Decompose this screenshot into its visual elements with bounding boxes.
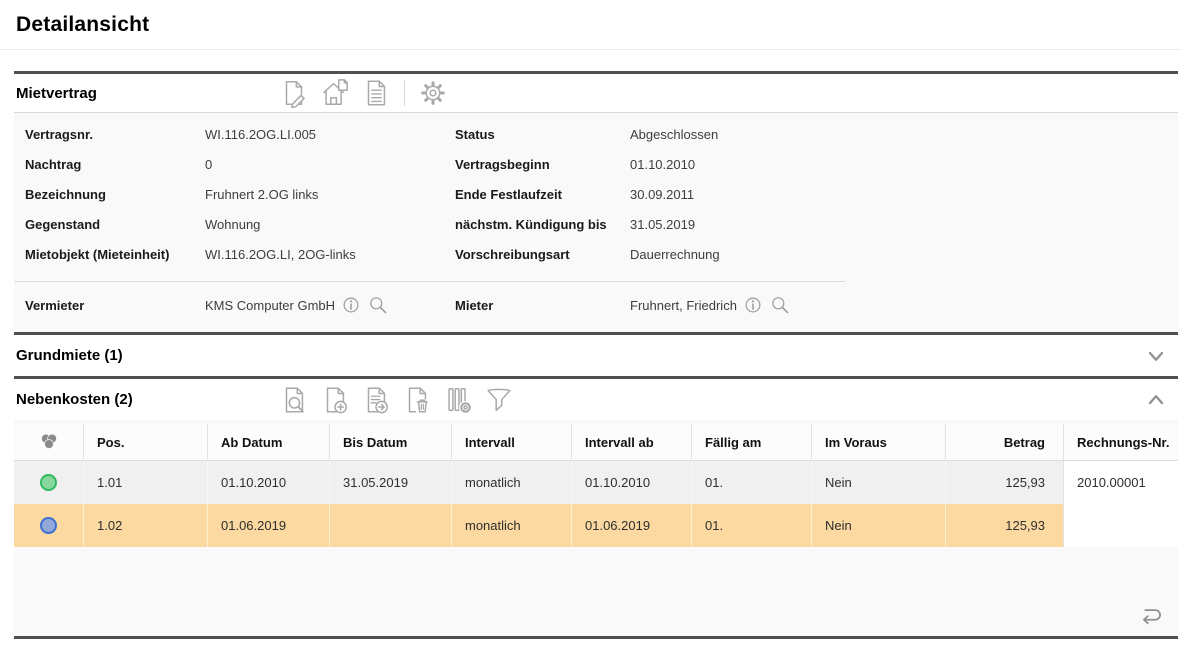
column-header[interactable]: Ab Datum	[208, 424, 330, 460]
page-title: Detailansicht	[16, 13, 149, 37]
field-value: WI.116.2OG.LI.005	[205, 120, 455, 150]
field-value: 0	[205, 150, 455, 180]
cell-ab-datum: 01.10.2010	[208, 461, 330, 504]
search-icon[interactable]	[769, 294, 791, 316]
column-header[interactable]: Bis Datum	[330, 424, 452, 460]
status-cluster-icon	[38, 431, 60, 453]
field-value: 31.05.2019	[630, 210, 1178, 240]
filter-icon[interactable]	[483, 384, 515, 416]
cell-bis-datum	[330, 504, 452, 547]
column-header[interactable]: Rechnungs-Nr.	[1064, 424, 1178, 460]
status-column-header	[14, 424, 84, 460]
nebenkosten-section-title: Nebenkosten (2)	[14, 391, 133, 408]
nebenkosten-toolbar	[278, 379, 515, 420]
status-cell	[14, 504, 84, 547]
cell-pos: 1.02	[84, 504, 208, 547]
mieter-value: Fruhnert, Friedrich	[630, 298, 737, 313]
mietvertrag-toolbar	[278, 74, 449, 112]
gear-icon[interactable]	[417, 77, 449, 109]
field-label: Gegenstand	[25, 210, 205, 240]
cell-betrag: 125,93	[946, 461, 1064, 504]
field-label: Vertragsnr.	[25, 120, 205, 150]
cell-im-voraus: Nein	[812, 504, 946, 547]
field-value: WI.116.2OG.LI, 2OG-links	[205, 240, 455, 270]
field-label: Bezeichnung	[25, 180, 205, 210]
cell-faellig-am: 01.	[692, 504, 812, 547]
cell-rechnungs-nr: 2010.00001	[1064, 461, 1178, 504]
cell-betrag: 125,93	[946, 504, 1064, 547]
field-label: Status	[455, 120, 630, 150]
parties-row: Vermieter KMS Computer GmbH Mieter Fruhn…	[14, 282, 1178, 328]
field-value: Abgeschlossen	[630, 120, 1178, 150]
cell-bis-datum: 31.05.2019	[330, 461, 452, 504]
nebenkosten-body: Pos. Ab Datum Bis Datum Intervall Interv…	[14, 420, 1178, 636]
field-label: Ende Festlaufzeit	[455, 180, 630, 210]
vermieter-label: Vermieter	[25, 298, 205, 313]
page-header: Detailansicht	[0, 0, 1182, 50]
table-row-selected[interactable]: 1.02 01.06.2019 monatlich 01.06.2019 01.…	[14, 504, 1178, 547]
return-icon[interactable]	[1136, 600, 1166, 630]
vermieter-value-group: KMS Computer GmbH	[205, 294, 455, 316]
nebenkosten-table: Pos. Ab Datum Bis Datum Intervall Interv…	[14, 424, 1178, 547]
cell-ab-datum: 01.06.2019	[208, 504, 330, 547]
cell-pos: 1.01	[84, 461, 208, 504]
column-header[interactable]: Intervall ab	[572, 424, 692, 460]
edit-document-icon[interactable]	[278, 77, 310, 109]
field-value: 30.09.2011	[630, 180, 1178, 210]
cell-intervall: monatlich	[452, 504, 572, 547]
cell-im-voraus: Nein	[812, 461, 946, 504]
column-header[interactable]: Intervall	[452, 424, 572, 460]
vermieter-value: KMS Computer GmbH	[205, 298, 335, 313]
mietvertrag-section-title: Mietvertrag	[14, 85, 97, 102]
document-add-icon[interactable]	[319, 384, 351, 416]
field-label: nächstm. Kündigung bis	[455, 210, 630, 240]
field-value: Dauerrechnung	[630, 240, 1178, 270]
nebenkosten-section-header: Nebenkosten (2)	[14, 379, 1178, 420]
cell-intervall-ab: 01.06.2019	[572, 504, 692, 547]
field-value: 01.10.2010	[630, 150, 1178, 180]
column-settings-icon[interactable]	[442, 384, 474, 416]
cell-intervall-ab: 01.10.2010	[572, 461, 692, 504]
chevron-up-icon[interactable]	[1144, 388, 1168, 412]
document-copy-icon[interactable]	[360, 384, 392, 416]
status-dot	[40, 474, 57, 491]
toolbar-divider	[404, 80, 405, 106]
field-label: Nachtrag	[25, 150, 205, 180]
column-header[interactable]: Fällig am	[692, 424, 812, 460]
mieter-value-group: Fruhnert, Friedrich	[630, 294, 1178, 316]
column-header[interactable]: Pos.	[84, 424, 208, 460]
grundmiete-section-title: Grundmiete (1)	[14, 347, 123, 364]
document-icon[interactable]	[360, 77, 392, 109]
info-icon[interactable]	[340, 294, 362, 316]
column-header[interactable]: Im Voraus	[812, 424, 946, 460]
cell-rechnungs-nr	[1064, 504, 1178, 547]
chevron-down-icon[interactable]	[1144, 344, 1168, 368]
search-icon[interactable]	[367, 294, 389, 316]
table-row[interactable]: 1.01 01.10.2010 31.05.2019 monatlich 01.…	[14, 461, 1178, 504]
field-value: Wohnung	[205, 210, 455, 240]
home-document-icon[interactable]	[319, 77, 351, 109]
status-cell	[14, 461, 84, 504]
table-header-row: Pos. Ab Datum Bis Datum Intervall Interv…	[14, 424, 1178, 461]
column-header[interactable]: Betrag	[946, 424, 1064, 460]
cell-intervall: monatlich	[452, 461, 572, 504]
cell-faellig-am: 01.	[692, 461, 812, 504]
info-icon[interactable]	[742, 294, 764, 316]
field-value: Fruhnert 2.OG links	[205, 180, 455, 210]
mietvertrag-section-header: Mietvertrag	[14, 74, 1178, 112]
document-search-icon[interactable]	[278, 384, 310, 416]
field-label: Vertragsbeginn	[455, 150, 630, 180]
mietvertrag-fields: Vertragsnr. WI.116.2OG.LI.005 Status Abg…	[14, 120, 1178, 270]
mietvertrag-body: Vertragsnr. WI.116.2OG.LI.005 Status Abg…	[14, 113, 1178, 332]
grundmiete-section-header[interactable]: Grundmiete (1)	[14, 335, 1178, 376]
status-dot	[40, 517, 57, 534]
detail-view-page: Detailansicht Mietvertrag	[0, 0, 1182, 645]
document-delete-icon[interactable]	[401, 384, 433, 416]
field-label: Vorschreibungsart	[455, 240, 630, 270]
field-label: Mietobjekt (Mieteinheit)	[25, 240, 205, 270]
mieter-label: Mieter	[455, 298, 630, 313]
